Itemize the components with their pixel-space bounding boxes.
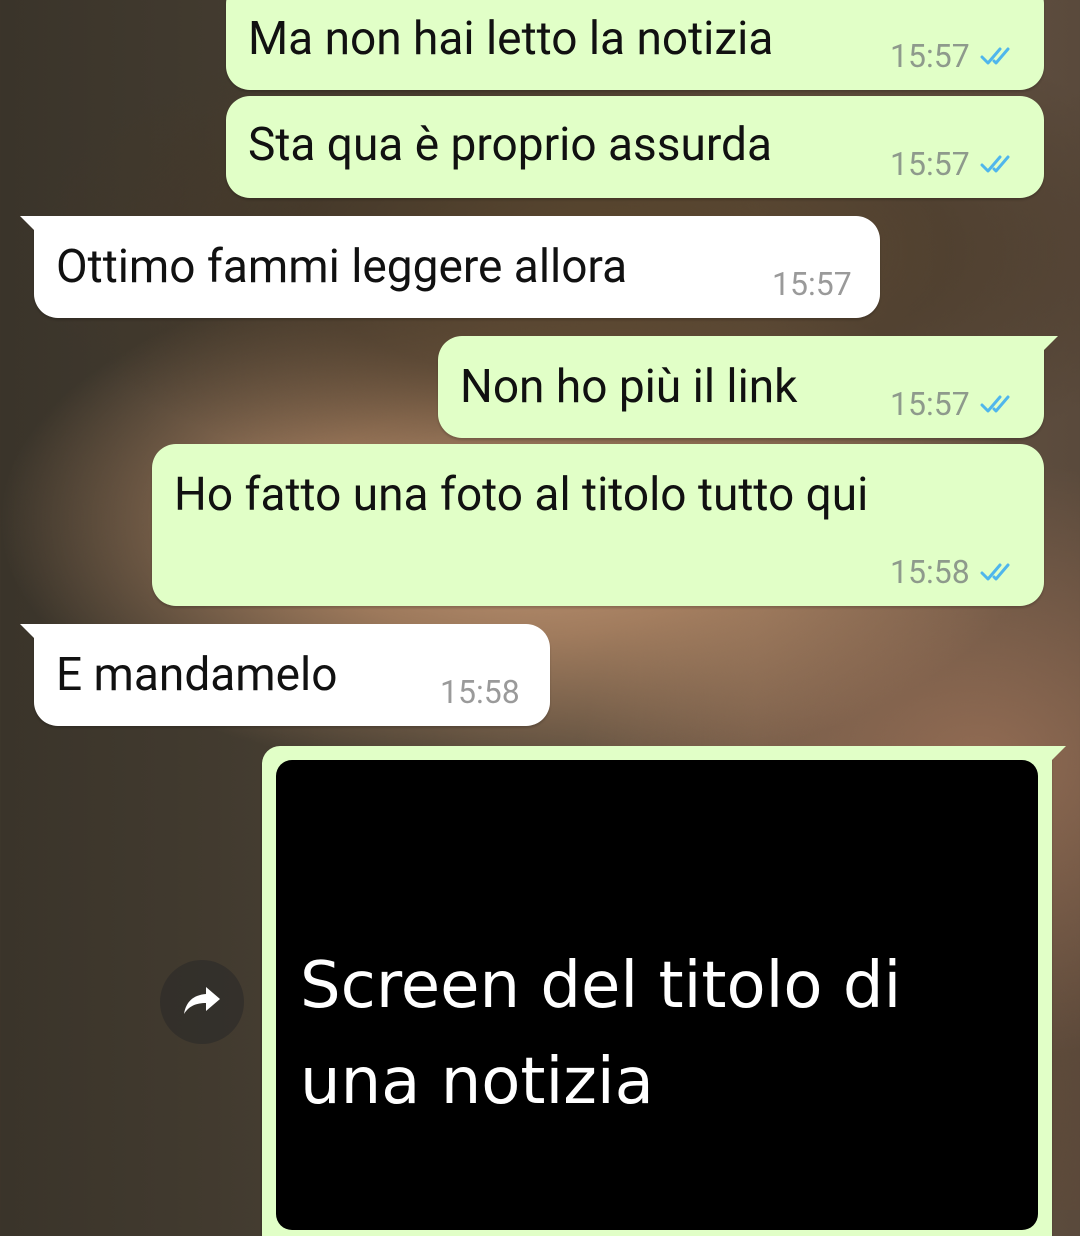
message-time: 15:57	[890, 385, 970, 423]
message-text: E mandamelo	[56, 648, 338, 702]
message-text: Non ho più il link	[460, 360, 798, 414]
message-time: 15:57	[772, 265, 852, 303]
message-text: Sta qua è proprio assurda	[248, 118, 772, 172]
double-check-icon	[980, 561, 1016, 583]
message-meta: 15:58	[440, 676, 520, 708]
message-text: Ma non hai letto la notizia	[248, 12, 774, 66]
message-meta: 15:57	[890, 40, 1016, 72]
message-text: Ottimo fammi leggere allora	[56, 240, 628, 294]
message-meta: 15:57	[772, 268, 852, 300]
forward-button[interactable]	[160, 960, 244, 1044]
message-bubble-outgoing[interactable]: Ma non hai letto la notizia 15:57	[226, 0, 1044, 90]
double-check-icon	[980, 393, 1016, 415]
message-text: Ho fatto una foto al titolo tutto qui	[174, 468, 869, 522]
chat-area: Ma non hai letto la notizia 15:57 Sta qu…	[0, 0, 1080, 1236]
message-time: 15:58	[890, 553, 970, 591]
message-time: 15:57	[890, 37, 970, 75]
message-bubble-outgoing[interactable]: Ho fatto una foto al titolo tutto qui 15…	[152, 444, 1044, 606]
double-check-icon	[980, 153, 1016, 175]
image-caption-text: Screen del titolo di una notizia	[300, 949, 902, 1119]
message-bubble-incoming[interactable]: Ottimo fammi leggere allora 15:57	[20, 216, 880, 318]
forward-arrow-icon	[182, 983, 222, 1021]
message-meta: 15:58	[890, 556, 1016, 588]
message-bubble-incoming[interactable]: E mandamelo 15:58	[20, 624, 550, 726]
message-meta: 15:57	[890, 388, 1016, 420]
image-attachment[interactable]: Screen del titolo di una notizia	[276, 760, 1038, 1230]
message-bubble-outgoing[interactable]: Non ho più il link 15:57	[438, 336, 1058, 438]
message-bubble-outgoing[interactable]: Sta qua è proprio assurda 15:57	[226, 96, 1044, 198]
message-meta: 15:57	[890, 148, 1016, 180]
message-time: 15:57	[890, 145, 970, 183]
double-check-icon	[980, 45, 1016, 67]
message-time: 15:58	[440, 673, 520, 711]
